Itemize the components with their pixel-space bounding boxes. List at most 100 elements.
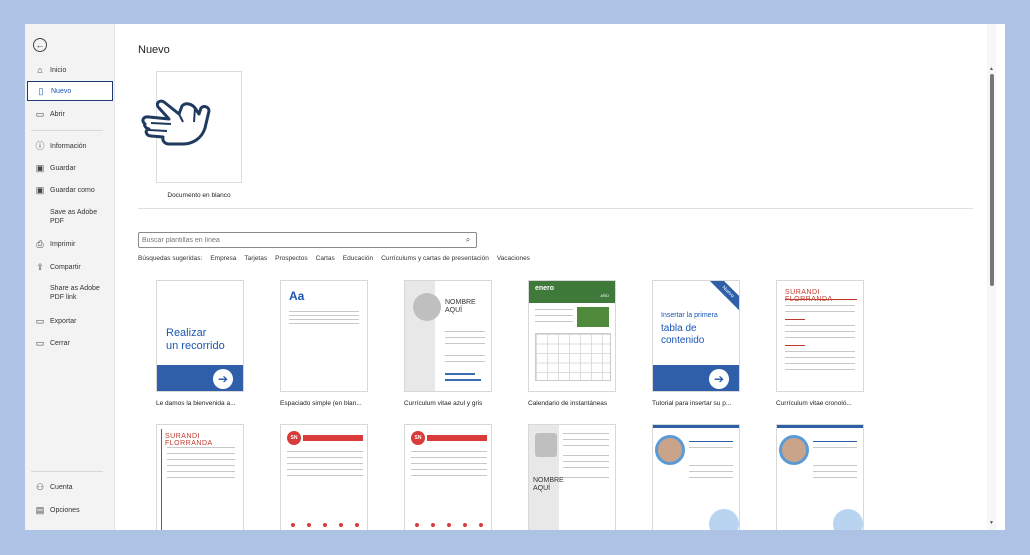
- template-resume-blue-gray[interactable]: NOMBRE AQUÍ: [404, 280, 492, 392]
- resume-name: NOMBRE: [533, 477, 564, 484]
- close-folder-icon: ▭: [35, 338, 45, 348]
- template-label: Espaciado simple (en blan...: [280, 400, 362, 407]
- template-calendar[interactable]: enero AÑO: [528, 280, 616, 392]
- resume-heading: SURANDI FLORRANDA: [165, 433, 213, 447]
- calendar-photo: [577, 307, 609, 327]
- template-thumbnail[interactable]: SN: [280, 424, 368, 530]
- template-label: Le damos la bienvenida a...: [156, 400, 236, 407]
- arrow-right-icon: ➔: [213, 369, 233, 389]
- sidebar-item-label: Guardar como: [50, 186, 95, 194]
- sidebar-item-exportar[interactable]: ▭ Exportar: [27, 311, 113, 331]
- suggested-link[interactable]: Educación: [343, 255, 373, 262]
- photo-placeholder: [779, 435, 809, 465]
- options-icon: ▤: [35, 505, 45, 515]
- template-toc-tutorial[interactable]: Nuevo Insertar la primera tabla de conte…: [652, 280, 740, 392]
- sidebar-item-label: Imprimir: [50, 240, 76, 248]
- save-icon: ▣: [35, 163, 45, 173]
- sidebar-item-label: Opciones: [50, 506, 80, 514]
- tour-text-line: Realizar: [166, 327, 207, 339]
- toc-text-line: contenido: [661, 335, 705, 346]
- initials-badge: SN: [287, 431, 301, 445]
- sidebar-item-inicio[interactable]: ⌂ Inicio: [27, 60, 113, 80]
- main-panel: Nuevo Documento en blanco ⌕ Búsquedas su…: [116, 24, 996, 530]
- template-label: Tutorial para insertar su p...: [652, 400, 732, 407]
- template-thumbnail[interactable]: NOMBRE AQUÍ: [528, 424, 616, 530]
- toc-text-line: tabla de: [661, 323, 697, 334]
- save-as-icon: ▣: [35, 185, 45, 195]
- divider: [31, 471, 103, 472]
- sidebar-item-guardar-como[interactable]: ▣ Guardar como: [27, 180, 113, 200]
- sidebar-item-label: Compartir: [50, 263, 81, 271]
- sidebar-item-imprimir[interactable]: ⎙ Imprimir: [27, 234, 113, 254]
- suggested-link[interactable]: Prospectos: [275, 255, 308, 262]
- search-icon[interactable]: ⌕: [463, 235, 473, 245]
- sidebar-item-label: Cerrar: [50, 339, 70, 347]
- template-single-spaced[interactable]: Aa: [280, 280, 368, 392]
- sidebar-item-label: Cuenta: [50, 483, 73, 491]
- document-arrow-icon: ➔: [709, 369, 729, 389]
- scroll-up-icon[interactable]: ▲: [988, 66, 995, 73]
- sidebar-item-label: Abrir: [50, 110, 65, 118]
- template-thumbnail[interactable]: [776, 424, 864, 530]
- sidebar-item-cerrar[interactable]: ▭ Cerrar: [27, 333, 113, 353]
- word-backstage-window: ← ⌂ Inicio ▯ Nuevo ▭ Abrir ⓘ Información…: [25, 24, 1005, 530]
- template-search: ⌕: [138, 232, 477, 248]
- sidebar-item-label: Share as Adobe PDF link: [50, 285, 100, 301]
- suggested-link[interactable]: Empresa: [210, 255, 236, 262]
- template-label: Currículum vitae cronoló...: [776, 400, 852, 407]
- template-aa-text: Aa: [289, 289, 305, 303]
- calendar-grid: [535, 333, 611, 381]
- suggested-link[interactable]: Tarjetas: [244, 255, 267, 262]
- template-thumbnail[interactable]: SN: [404, 424, 492, 530]
- divider: [31, 130, 103, 131]
- sidebar-item-label: Nuevo: [51, 87, 72, 95]
- sidebar-item-share-as-adobe-pdf-link[interactable]: Share as Adobe PDF link: [27, 284, 113, 306]
- suggested-label: Búsquedas sugeridas:: [138, 255, 203, 262]
- sidebar-item-label: Guardar: [50, 164, 76, 172]
- sidebar-item-compartir[interactable]: ⇪ Compartir: [27, 257, 113, 277]
- vertical-scrollbar[interactable]: ▲ ▼: [987, 24, 996, 530]
- resume-name: AQUÍ: [445, 307, 463, 314]
- export-icon: ▭: [35, 316, 45, 326]
- scroll-down-icon[interactable]: ▼: [988, 520, 995, 527]
- suggested-link[interactable]: Cartas: [316, 255, 335, 262]
- calendar-month: enero: [535, 285, 555, 292]
- sidebar-item-nuevo[interactable]: ▯ Nuevo: [27, 81, 113, 101]
- template-thumbnail[interactable]: [652, 424, 740, 530]
- page-title: Nuevo: [138, 44, 170, 56]
- sidebar-item-label: Información: [50, 142, 87, 150]
- toc-text-line: Insertar la primera: [661, 312, 718, 319]
- printer-icon: ⎙: [36, 239, 44, 249]
- suggested-link[interactable]: Currículums y cartas de presentación: [381, 255, 489, 262]
- info-icon: ⓘ: [35, 141, 45, 151]
- calendar-year: AÑO: [600, 293, 609, 298]
- sidebar-item-save-as-adobe-pdf[interactable]: Save as Adobe PDF: [27, 208, 113, 230]
- template-chrono-resume[interactable]: SURANDI FLORRANDA: [776, 280, 864, 392]
- search-input[interactable]: [142, 235, 452, 246]
- new-ribbon: Nuevo: [706, 281, 739, 314]
- template-thumbnail[interactable]: SURANDI FLORRANDA: [156, 424, 244, 530]
- sidebar-item-label: Inicio: [50, 66, 67, 74]
- sidebar-item-guardar[interactable]: ▣ Guardar: [27, 158, 113, 178]
- blank-document-label: Documento en blanco: [167, 192, 231, 199]
- sidebar-item-opciones[interactable]: ▤ Opciones: [27, 500, 113, 520]
- sidebar-item-informacion[interactable]: ⓘ Información: [27, 136, 113, 156]
- sidebar-item-abrir[interactable]: ▭ Abrir: [27, 104, 113, 124]
- suggested-link[interactable]: Vacaciones: [497, 255, 530, 262]
- suggested-searches: Búsquedas sugeridas: Empresa Tarjetas Pr…: [138, 255, 538, 262]
- account-icon: ⚇: [35, 482, 45, 492]
- sidebar: ← ⌂ Inicio ▯ Nuevo ▭ Abrir ⓘ Información…: [25, 24, 115, 530]
- scrollbar-thumb[interactable]: [990, 74, 994, 286]
- resume-name: NOMBRE: [445, 299, 476, 306]
- back-arrow-icon[interactable]: ←: [33, 38, 47, 52]
- sidebar-item-label: Save as Adobe PDF: [50, 209, 98, 225]
- resume-heading: SURANDI FLORRANDA: [785, 289, 832, 303]
- template-label: Calendario de instantáneas: [528, 400, 608, 407]
- sidebar-item-cuenta[interactable]: ⚇ Cuenta: [27, 477, 113, 497]
- template-label: Currículum vitae azul y gris: [404, 400, 483, 407]
- photo-placeholder: [413, 293, 441, 321]
- pointing-hand-icon: [141, 99, 211, 146]
- share-icon: ⇪: [36, 262, 44, 272]
- template-tour[interactable]: Realizar un recorrido ➔: [156, 280, 244, 392]
- home-icon: ⌂: [37, 65, 43, 75]
